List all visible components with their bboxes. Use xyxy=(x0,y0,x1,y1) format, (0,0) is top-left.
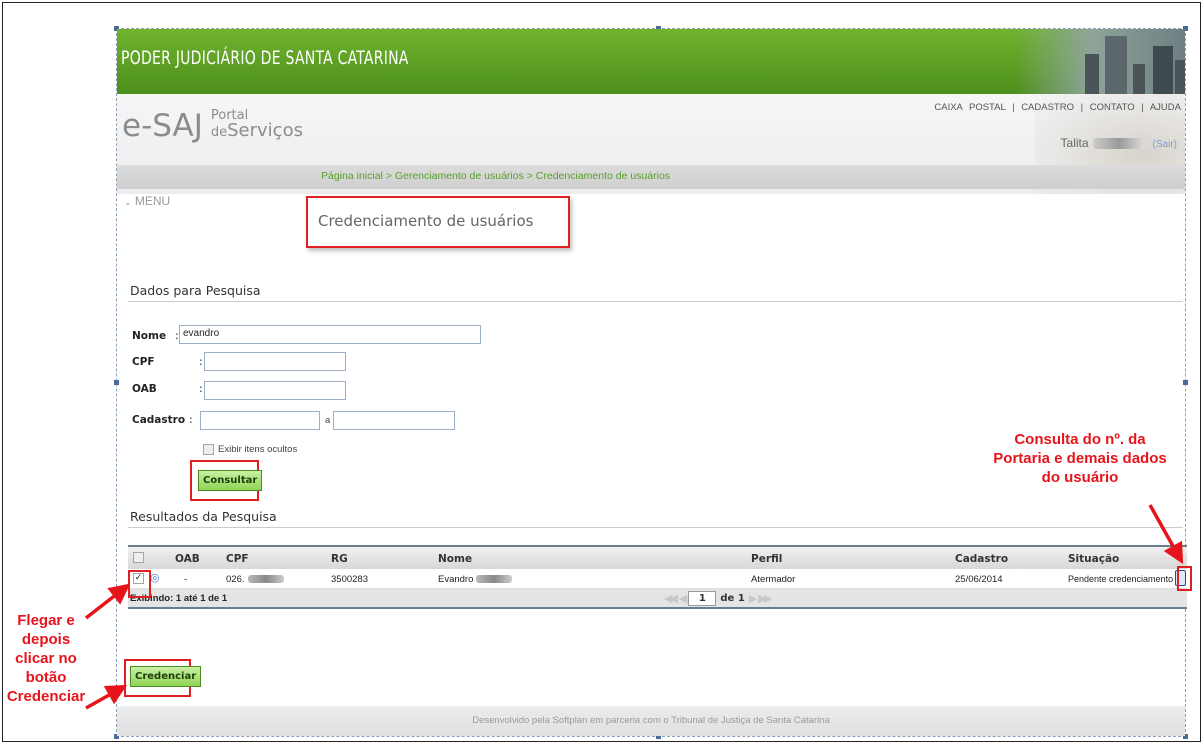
cell-cadastro: 25/06/2014 xyxy=(955,574,1003,585)
annotation-line: Portaria e demais dados xyxy=(993,450,1167,467)
col-situacao[interactable]: Situação xyxy=(1068,553,1119,565)
table-row[interactable]: ✓ ◎ - 026. 3500283 Evandro Atermador 25/… xyxy=(128,569,1187,589)
logout-link[interactable]: (Sair) xyxy=(1153,139,1177,150)
annotation-line: depois xyxy=(21,631,71,648)
oab-field[interactable] xyxy=(204,381,346,400)
cadastro-start-field[interactable] xyxy=(200,411,320,430)
select-all-checkbox[interactable] xyxy=(133,552,144,563)
link-contato[interactable]: CONTATO xyxy=(1090,102,1135,113)
cadastro-separator: a xyxy=(325,415,331,426)
cell-rg: 3500283 xyxy=(331,574,368,585)
redacted-text xyxy=(1092,138,1145,150)
checkbox-highlight xyxy=(128,570,151,598)
prev-page-icon[interactable]: ◀ xyxy=(679,592,688,605)
cadastro-end-field[interactable] xyxy=(333,411,455,430)
user-name: Talita xyxy=(1060,136,1089,150)
annotation-line: Consulta do nº. da xyxy=(1014,431,1146,448)
col-cadastro[interactable]: Cadastro xyxy=(955,553,1008,565)
cpf-field[interactable] xyxy=(204,352,346,371)
divider xyxy=(128,527,1183,528)
cell-nome: Evandro xyxy=(438,574,513,585)
page-title-highlight: Credenciamento de usuários xyxy=(306,196,570,248)
col-perfil[interactable]: Perfil xyxy=(751,553,782,565)
link-caixa-postal[interactable]: CAIXA POSTAL xyxy=(934,102,1005,113)
esaj-logo[interactable]: e-SAJ Portal deServiços xyxy=(122,108,303,144)
cell-oab: - xyxy=(184,574,188,585)
city-skyline-image xyxy=(1015,29,1185,94)
first-page-icon[interactable]: ◀◀ xyxy=(664,592,678,605)
col-nome[interactable]: Nome xyxy=(438,553,472,565)
table-header: OAB CPF RG Nome Perfil Cadastro Situação xyxy=(128,545,1187,569)
consultar-button[interactable]: Consultar xyxy=(198,470,263,491)
results-section-title: Resultados da Pesquisa xyxy=(130,509,277,524)
annotation-details: Consulta do nº. da Portaria e demais dad… xyxy=(960,430,1200,487)
logo-main: e-SAJ xyxy=(122,108,203,144)
top-banner: PODER JUDICIÁRIO DE SANTA CATARINA xyxy=(117,29,1185,94)
page-input[interactable]: 1 xyxy=(688,591,717,606)
page-footer: Desenvolvido pela Softplan em parceria c… xyxy=(117,706,1185,736)
view-eye-icon[interactable]: ◎ xyxy=(150,571,160,584)
banner-title: PODER JUDICIÁRIO DE SANTA CATARINA xyxy=(121,47,409,69)
menu-label: MENU xyxy=(134,194,171,208)
exibir-ocultos-checkbox[interactable] xyxy=(203,444,214,455)
redacted-text xyxy=(247,575,284,584)
page-title: Credenciamento de usuários xyxy=(318,212,534,230)
annotation-line: botão xyxy=(25,669,67,686)
redacted-text xyxy=(476,575,513,584)
annotation-line: Flegar e xyxy=(17,612,75,629)
cadastro-label: Cadastro xyxy=(132,414,186,426)
resize-handle xyxy=(114,380,119,385)
search-section-title: Dados para Pesquisa xyxy=(130,283,261,298)
nome-field[interactable]: evandro xyxy=(179,325,482,344)
resize-handle xyxy=(1183,380,1188,385)
breadcrumb[interactable]: Página inicial > Gerenciamento de usuári… xyxy=(321,170,670,182)
footer-text: Desenvolvido pela Softplan em parceria c… xyxy=(472,715,830,726)
chevron-down-icon: ⌄ xyxy=(124,197,132,207)
annotation-credenciar: Flegar e depois clicar no botão Credenci… xyxy=(0,611,92,706)
colon: : xyxy=(199,382,203,395)
last-page-icon[interactable]: ▶▶ xyxy=(758,592,772,605)
menu-toggle[interactable]: ⌄ MENU xyxy=(124,194,170,208)
annotation-line: clicar no xyxy=(15,650,77,667)
cell-perfil: Atermador xyxy=(751,574,796,585)
pagination: ◀◀ ◀ 1 de 1 ▶ ▶▶ xyxy=(664,591,772,606)
annotation-line: Credenciar xyxy=(6,688,86,705)
nome-value: Evandro xyxy=(438,574,474,585)
details-highlight xyxy=(1177,566,1192,591)
col-rg[interactable]: RG xyxy=(331,553,348,565)
logo-de: de xyxy=(210,125,228,140)
link-cadastro[interactable]: CADASTRO xyxy=(1021,102,1074,113)
cell-situacao: Pendente credenciamento xyxy=(1068,574,1174,584)
logo-subtitle: Portal deServiços xyxy=(211,108,303,140)
table-footer: Exibindo: 1 até 1 de 1 ◀◀ ◀ 1 de 1 ▶ ▶▶ xyxy=(128,589,1187,609)
exibir-ocultos-label: Exibir itens ocultos xyxy=(218,444,298,455)
page-total: de 1 xyxy=(720,593,745,604)
top-links: CAIXA POSTAL | CADASTRO | CONTATO | AJUD… xyxy=(934,102,1181,113)
logo-servicos: Serviços xyxy=(227,120,303,141)
cell-cpf: 026. xyxy=(226,574,284,585)
divider xyxy=(128,301,1183,302)
col-cpf[interactable]: CPF xyxy=(226,553,249,565)
colon: : xyxy=(199,355,203,368)
results-table: OAB CPF RG Nome Perfil Cadastro Situação… xyxy=(128,545,1187,609)
user-info: Talita (Sair) xyxy=(1061,136,1177,150)
col-oab[interactable]: OAB xyxy=(175,553,200,565)
next-page-icon[interactable]: ▶ xyxy=(749,592,758,605)
cpf-label: CPF xyxy=(132,356,155,368)
nome-value: evandro xyxy=(179,325,481,344)
link-ajuda[interactable]: AJUDA xyxy=(1150,102,1181,113)
oab-label: OAB xyxy=(132,383,157,395)
annotation-line: do usuário xyxy=(1041,469,1119,486)
breadcrumb-bar: Página inicial > Gerenciamento de usuári… xyxy=(117,165,1185,189)
cpf-value: 026. xyxy=(226,574,245,585)
colon: : xyxy=(189,413,193,426)
credenciar-button[interactable]: Credenciar xyxy=(130,666,202,687)
nome-label: Nome xyxy=(132,330,167,342)
